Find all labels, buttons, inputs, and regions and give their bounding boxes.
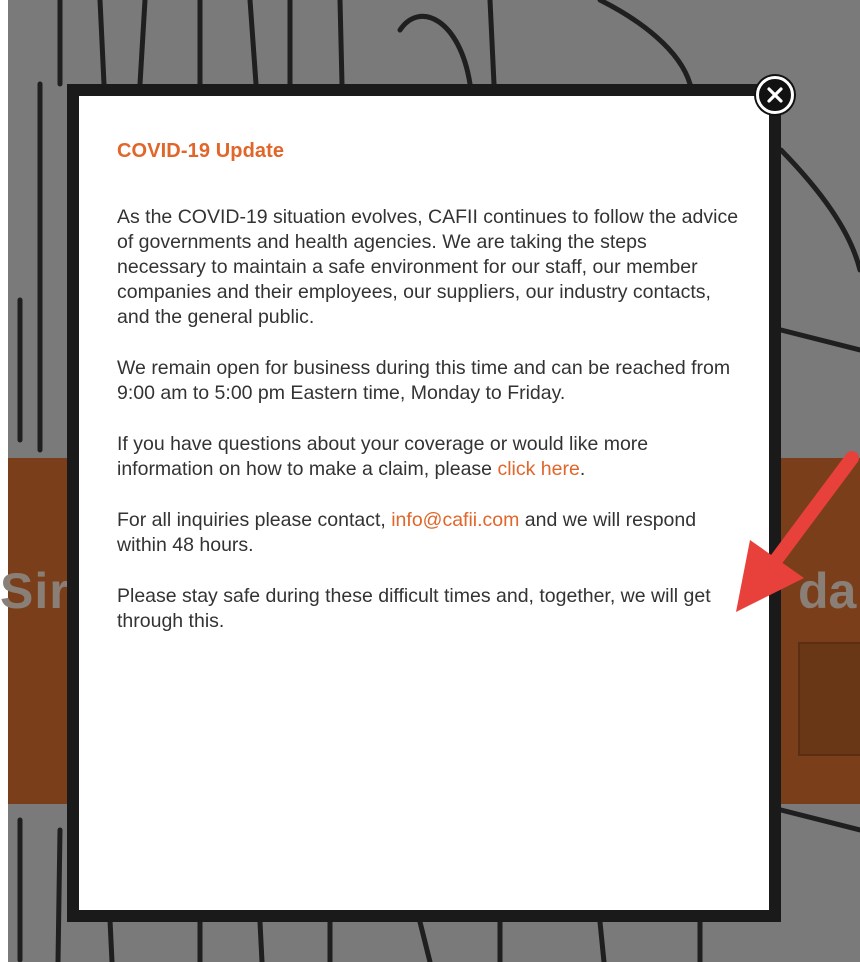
modal-paragraph-hours: We remain open for business during this …: [117, 357, 731, 404]
covid-update-modal: COVID-19 Update As the COVID-19 situatio…: [67, 84, 781, 922]
email-link[interactable]: info@cafii.com: [391, 509, 519, 531]
modal-paragraph-closing: Please stay safe during these difficult …: [117, 585, 711, 632]
contact-text: For all inquiries please contact,: [117, 509, 392, 531]
click-here-link[interactable]: click here: [497, 458, 579, 480]
claims-text-end: .: [579, 458, 586, 480]
modal-paragraph-situation: As the COVID-19 situation evolves, CAFII…: [117, 206, 739, 328]
arrow-icon: [736, 451, 859, 612]
modal-content: COVID-19 Update As the COVID-19 situatio…: [79, 96, 769, 910]
close-button[interactable]: [756, 76, 794, 114]
modal-title: COVID-19 Update: [117, 140, 285, 162]
modal-paragraph-contact: For all inquiries please contact, info@c…: [117, 508, 739, 558]
modal-paragraph-claims: If you have questions about your coverag…: [117, 432, 739, 482]
close-icon: [767, 87, 783, 103]
